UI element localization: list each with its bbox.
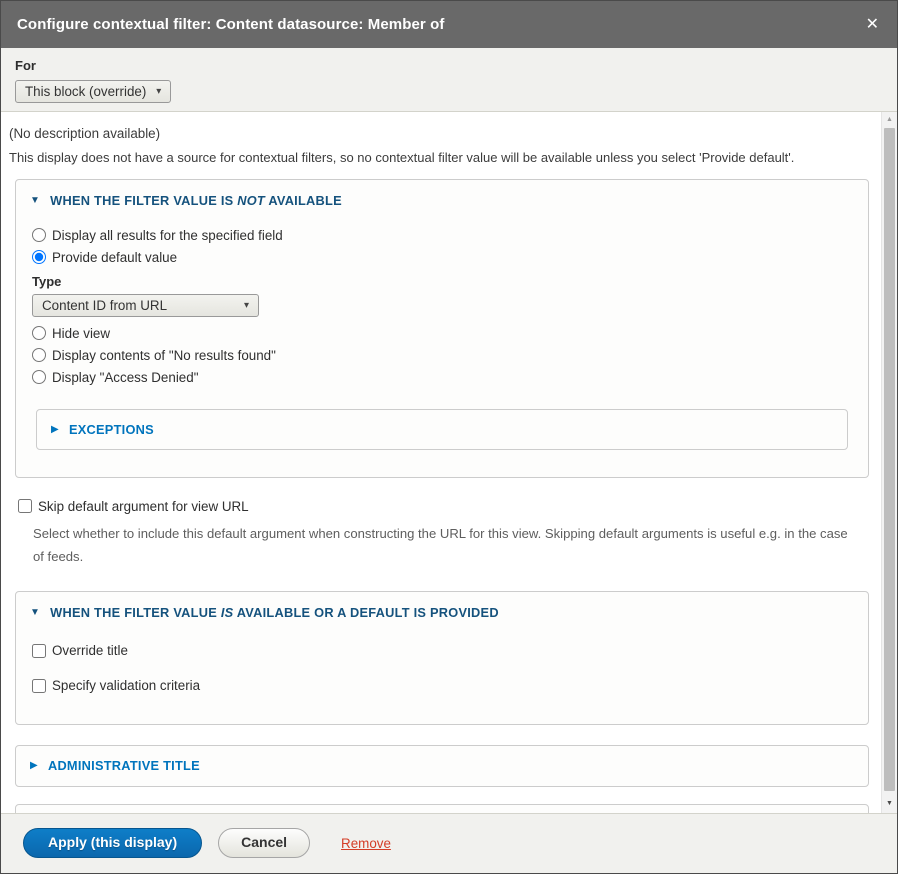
checkbox-row: Specify validation criteria (30, 675, 854, 697)
for-label: For (15, 58, 883, 73)
fieldset-toggle-filter-not-available[interactable]: ▼ WHEN THE FILTER VALUE IS NOT AVAILABLE (30, 193, 854, 208)
triangle-expanded-icon: ▼ (30, 607, 40, 618)
fieldset-exceptions: ▶ EXCEPTIONS (36, 409, 848, 450)
scrollbar-thumb[interactable] (884, 128, 895, 791)
radio-row: Provide default value (30, 246, 854, 268)
fieldset-title: WHEN THE FILTER VALUE IS AVAILABLE OR A … (50, 605, 499, 620)
radio-label[interactable]: Hide view (52, 326, 110, 341)
dialog-content: (No description available) This display … (1, 112, 897, 813)
default-type-select[interactable]: Content ID from URL ▾ (32, 294, 259, 317)
checkbox-skip-default-argument[interactable] (18, 499, 32, 513)
radio-label[interactable]: Display all results for the specified fi… (52, 228, 283, 243)
scroll-down-icon[interactable]: ▼ (882, 796, 897, 811)
radio-row: Display "Access Denied" (30, 366, 854, 388)
fieldset-title: ADMINISTRATIVE TITLE (48, 758, 200, 773)
chevron-down-icon: ▾ (244, 300, 249, 311)
checkbox-row: Skip default argument for view URL (16, 495, 874, 517)
for-section: For This block (override) ▾ (1, 48, 897, 112)
no-description-text: (No description available) (9, 126, 874, 141)
type-label: Type (32, 274, 854, 289)
radio-display-no-results[interactable] (32, 348, 46, 362)
for-select-value: This block (override) (25, 84, 146, 99)
radio-row: Display contents of "No results found" (30, 344, 854, 366)
chevron-down-icon: ▾ (156, 86, 161, 97)
fieldset-filter-not-available: ▼ WHEN THE FILTER VALUE IS NOT AVAILABLE… (15, 179, 869, 478)
radio-row: Display all results for the specified fi… (30, 224, 854, 246)
type-select-value: Content ID from URL (42, 298, 167, 313)
fieldset-more: ▶ MORE (15, 804, 869, 813)
radio-row: Hide view (30, 322, 854, 344)
apply-button[interactable]: Apply (this display) (23, 828, 202, 859)
triangle-expanded-icon: ▼ (30, 195, 40, 206)
radio-label[interactable]: Display "Access Denied" (52, 370, 198, 385)
radio-label[interactable]: Provide default value (52, 250, 177, 265)
fieldset-filter-available: ▼ WHEN THE FILTER VALUE IS AVAILABLE OR … (15, 591, 869, 725)
radio-display-access-denied[interactable] (32, 370, 46, 384)
checkbox-override-title[interactable] (32, 644, 46, 658)
checkbox-label[interactable]: Skip default argument for view URL (38, 499, 249, 514)
fieldset-body: Display all results for the specified fi… (30, 208, 854, 450)
fieldset-toggle-exceptions[interactable]: ▶ EXCEPTIONS (51, 422, 833, 437)
fieldset-title: WHEN THE FILTER VALUE IS NOT AVAILABLE (50, 193, 342, 208)
radio-provide-default-value[interactable] (32, 250, 46, 264)
dialog-title: Configure contextual filter: Content dat… (17, 16, 864, 33)
triangle-collapsed-icon: ▶ (30, 760, 38, 771)
dialog-footer: Apply (this display) Cancel Remove (1, 813, 897, 874)
configure-contextual-filter-dialog: Configure contextual filter: Content dat… (0, 0, 898, 874)
radio-display-all-results[interactable] (32, 228, 46, 242)
scroll-up-icon[interactable]: ▲ (882, 112, 897, 127)
triangle-collapsed-icon: ▶ (51, 424, 59, 435)
vertical-scrollbar[interactable]: ▲ ▼ (881, 112, 897, 813)
fieldset-toggle-filter-available[interactable]: ▼ WHEN THE FILTER VALUE IS AVAILABLE OR … (30, 605, 854, 620)
checkbox-label[interactable]: Specify validation criteria (52, 678, 200, 693)
fieldset-administrative-title: ▶ ADMINISTRATIVE TITLE (15, 745, 869, 787)
cancel-button[interactable]: Cancel (218, 828, 310, 859)
radio-label[interactable]: Display contents of "No results found" (52, 348, 276, 363)
display-note-text: This display does not have a source for … (9, 150, 874, 165)
close-icon[interactable]: ✕ (864, 13, 881, 37)
skip-default-description: Select whether to include this default a… (33, 522, 851, 569)
checkbox-label[interactable]: Override title (52, 643, 128, 658)
checkbox-row: Override title (30, 640, 854, 662)
fieldset-body: Override title Specify validation criter… (30, 620, 854, 697)
fieldset-title: EXCEPTIONS (69, 422, 154, 437)
radio-hide-view[interactable] (32, 326, 46, 340)
dialog-titlebar: Configure contextual filter: Content dat… (1, 1, 897, 48)
checkbox-specify-validation[interactable] (32, 679, 46, 693)
for-select[interactable]: This block (override) ▾ (15, 80, 171, 103)
remove-link[interactable]: Remove (341, 836, 391, 851)
fieldset-toggle-administrative-title[interactable]: ▶ ADMINISTRATIVE TITLE (30, 758, 854, 773)
